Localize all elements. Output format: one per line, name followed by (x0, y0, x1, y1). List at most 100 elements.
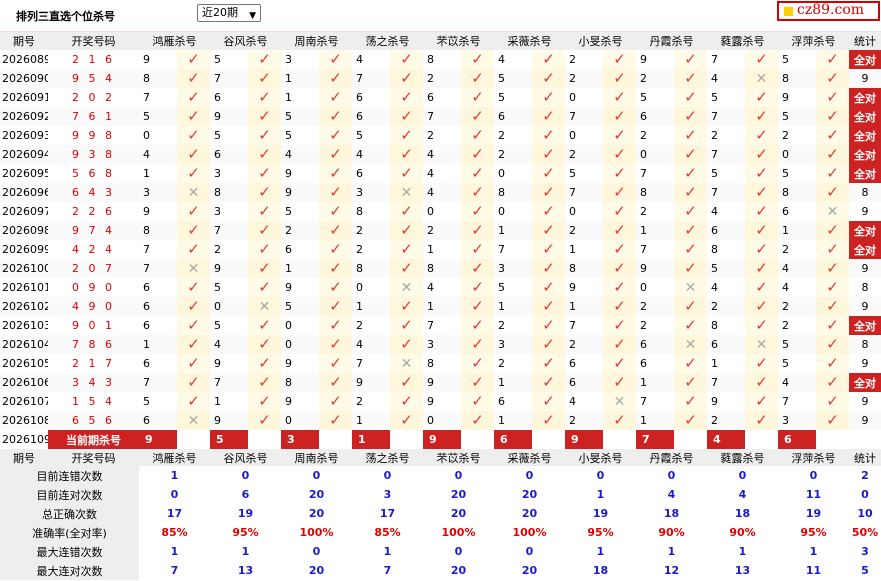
check-icon: ✓ (826, 126, 839, 144)
col-predictor: 芣苡杀号 (423, 449, 494, 466)
kill-digit: 2 (782, 243, 789, 256)
site-name: cz89.com (797, 2, 865, 18)
check-icon: ✓ (258, 354, 271, 372)
stats-value: 95% (587, 526, 614, 539)
kill-digit: 5 (782, 167, 789, 180)
check-icon: ✓ (755, 411, 768, 429)
kill-digit: 0 (143, 129, 150, 142)
kill-digit: 8 (427, 53, 434, 66)
col-predictor: 周南杀号 (281, 449, 352, 466)
check-icon: ✓ (187, 107, 200, 125)
issue-number: 2026090 (0, 69, 48, 88)
stats-total: 2 (861, 469, 869, 482)
check-icon: ✓ (542, 411, 555, 429)
kill-digit: 0 (640, 281, 647, 294)
check-icon: ✓ (684, 88, 697, 106)
kill-digit: 6 (139, 411, 177, 430)
check-icon: ✓ (755, 145, 768, 163)
check-icon: ✓ (187, 278, 200, 296)
check-icon: ✓ (187, 373, 200, 391)
kill-digit: 8 (778, 69, 816, 88)
kill-digit: 6 (782, 205, 789, 218)
kill-digit: 2 (498, 319, 505, 332)
kill-digit: 9 (143, 205, 150, 218)
stats-value: 0 (312, 469, 321, 482)
check-icon: ✓ (755, 297, 768, 315)
check-icon: ✓ (400, 50, 413, 68)
stats-total: 5 (861, 564, 869, 577)
kill-digit: 5 (281, 297, 319, 316)
check-icon: ✓ (400, 88, 413, 106)
current-kill-digit: 6 (494, 430, 532, 449)
kill-digit: 4 (352, 145, 390, 164)
kill-digit: 0 (569, 205, 576, 218)
check-icon: ✓ (329, 126, 342, 144)
row-stat: 9 (861, 357, 869, 370)
check-icon: ✓ (400, 373, 413, 391)
stats-label: 最大连错次数 (0, 542, 139, 561)
kill-digit: 9 (352, 373, 390, 392)
stats-value: 100% (299, 526, 334, 539)
stats-value: 0 (809, 469, 818, 482)
draw-number: 2 1 7 (72, 357, 115, 370)
kill-digit: 8 (281, 373, 319, 392)
draw-number: 4 9 0 (48, 297, 139, 316)
check-icon: ✓ (826, 316, 839, 334)
check-icon: ✓ (471, 297, 484, 315)
logo-square-icon (784, 7, 793, 16)
stats-value: 90% (729, 526, 756, 539)
check-icon: ✓ (684, 69, 697, 87)
kill-digit: 6 (210, 145, 248, 164)
kill-digit: 2 (565, 145, 603, 164)
kill-digit: 7 (707, 373, 745, 392)
kill-digit: 4 (778, 373, 816, 392)
kill-digit: 3 (778, 411, 816, 430)
kill-digit: 9 (210, 259, 248, 278)
current-kill-digit: 9 (423, 430, 461, 449)
kill-digit: 2 (782, 319, 789, 332)
issue-number: 2026106 (0, 373, 48, 392)
row-stat: 9 (849, 297, 881, 316)
cross-icon: ✕ (826, 203, 839, 220)
check-icon: ✓ (755, 392, 768, 410)
check-icon: ✓ (471, 316, 484, 334)
col-predictor: 小旻杀号 (565, 32, 636, 50)
check-icon: ✓ (613, 316, 626, 334)
period-select[interactable]: 近20期 ▼ (197, 4, 261, 22)
check-icon: ✓ (755, 164, 768, 182)
check-icon: ✓ (471, 354, 484, 372)
cross-icon: ✕ (258, 298, 271, 315)
check-icon: ✓ (258, 259, 271, 277)
check-icon: ✓ (471, 183, 484, 201)
kill-digit: 5 (707, 259, 745, 278)
stats-value: 20 (521, 507, 538, 520)
site-logo-link[interactable]: cz89.com (777, 1, 880, 21)
check-icon: ✓ (826, 69, 839, 87)
kill-digit: 8 (352, 259, 390, 278)
kill-digit: 3 (352, 183, 390, 202)
draw-number: 2 2 6 (72, 205, 115, 218)
kill-digit: 3 (423, 335, 461, 354)
kill-digit: 9 (285, 167, 292, 180)
check-icon: ✓ (542, 69, 555, 87)
check-icon: ✓ (542, 240, 555, 258)
check-icon: ✓ (613, 183, 626, 201)
kill-digit: 2 (498, 357, 505, 370)
issue-number: 2026094 (0, 145, 48, 164)
kill-digit: 6 (565, 373, 603, 392)
check-icon: ✓ (755, 202, 768, 220)
kill-digit: 2 (778, 297, 816, 316)
kill-digit: 6 (427, 91, 434, 104)
check-icon: ✓ (826, 164, 839, 182)
check-icon: ✓ (684, 411, 697, 429)
stats-value: 0 (667, 469, 676, 482)
kill-digit: 5 (285, 205, 292, 218)
kill-digit: 4 (778, 259, 816, 278)
col-predictor: 丹霞杀号 (636, 32, 707, 50)
check-icon: ✓ (329, 297, 342, 315)
kill-digit: 9 (569, 281, 576, 294)
check-icon: ✓ (258, 278, 271, 296)
check-icon: ✓ (755, 240, 768, 258)
kill-digit: 6 (285, 243, 292, 256)
check-icon: ✓ (258, 69, 271, 87)
